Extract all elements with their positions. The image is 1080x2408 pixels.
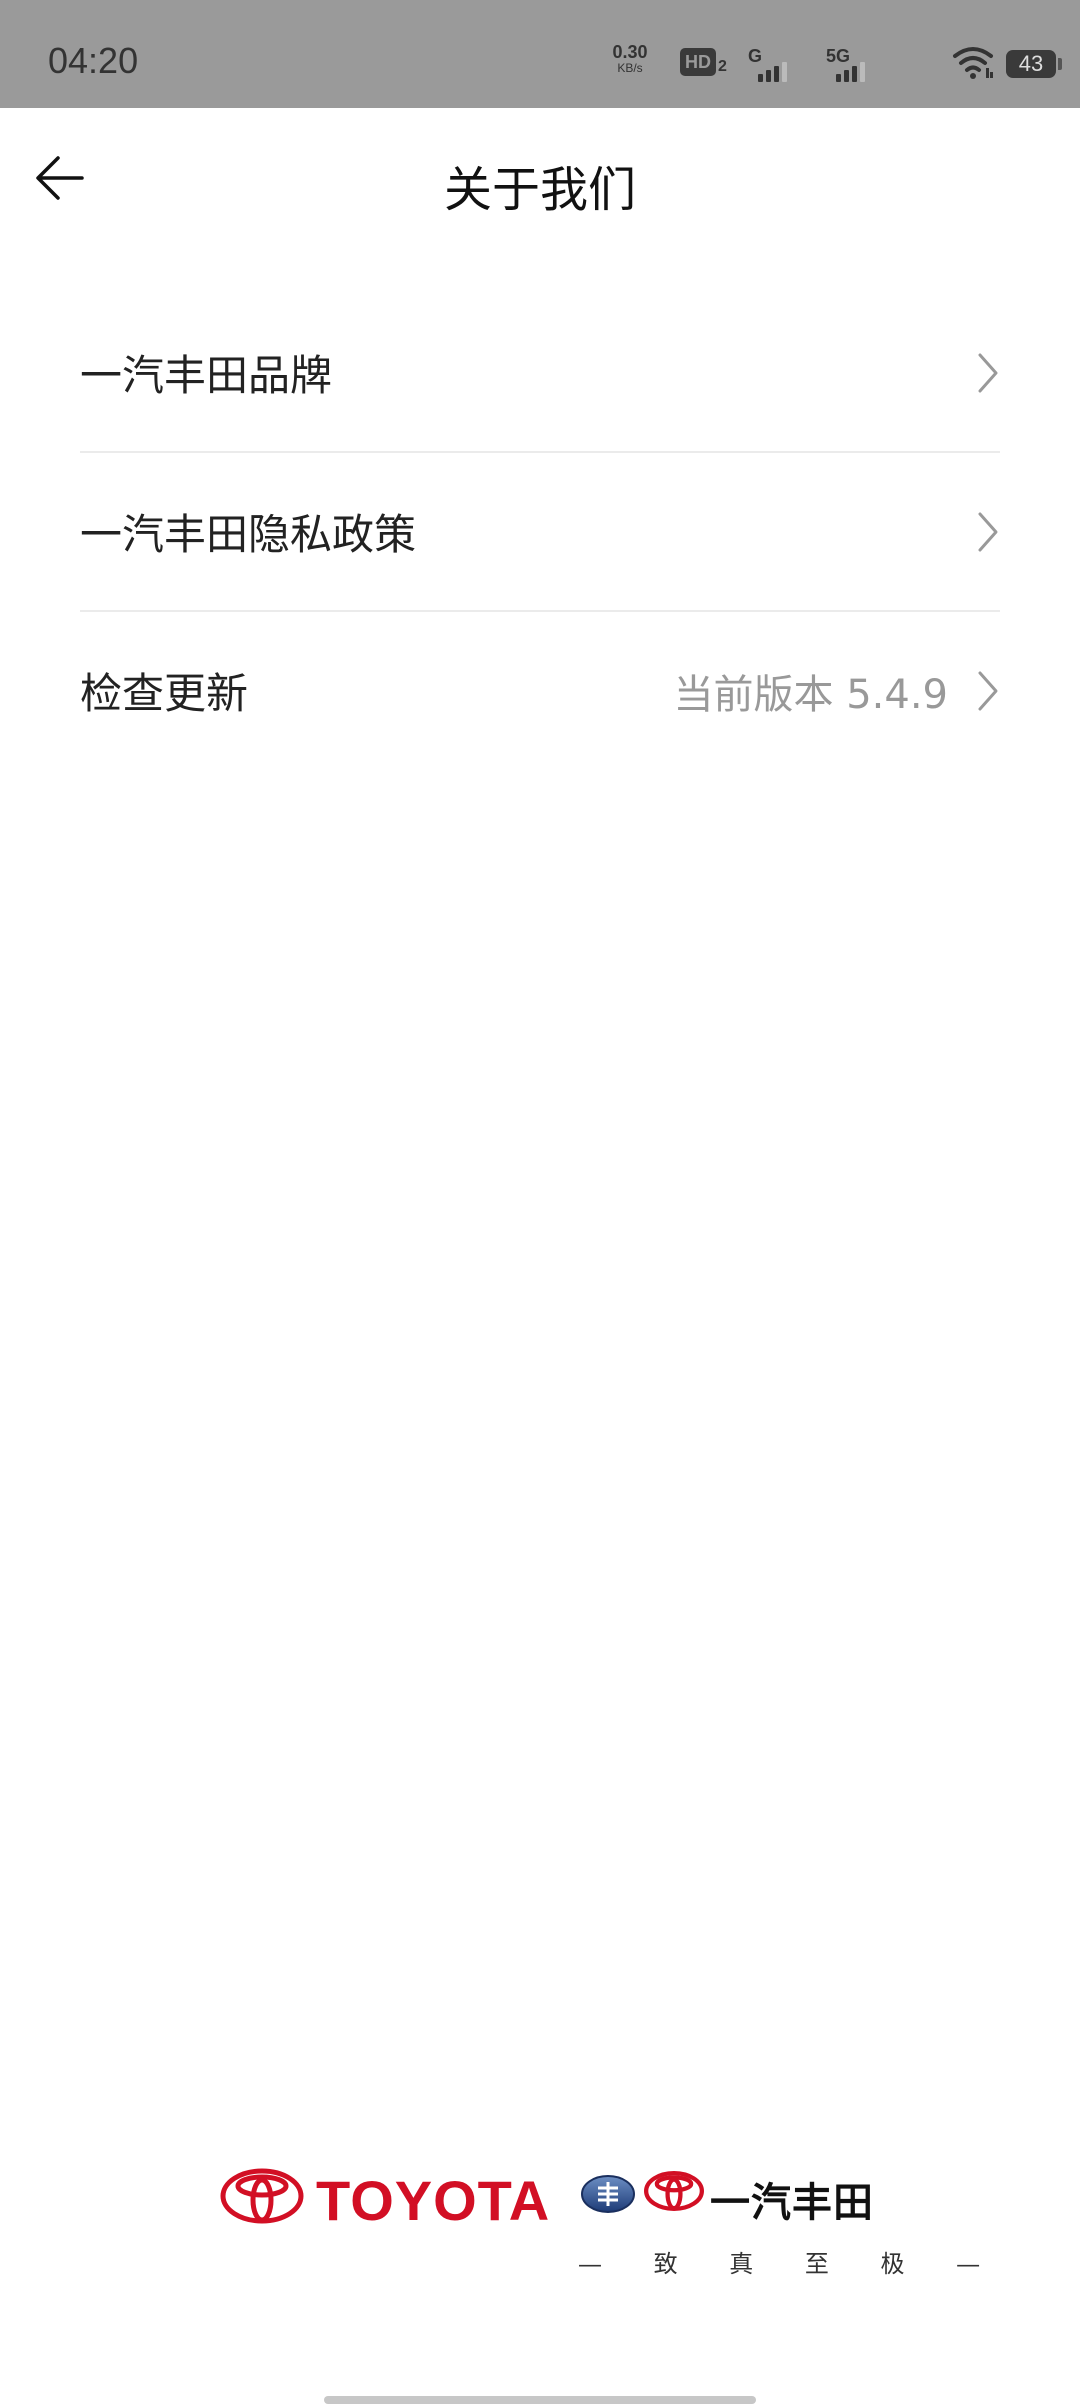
sim2-network-label: 5G [826,46,851,66]
menu-item-check-update[interactable]: 检查更新 当前版本 5.4.9 [80,612,1000,769]
network-speed-unit: KB/s [617,61,643,75]
toyota-emblem-small-icon [644,2171,704,2211]
page-title: 关于我们 [443,162,636,218]
battery-icon: 43 [1006,50,1056,78]
hd-voice-icon: HD [680,48,716,76]
current-version-text: 当前版本 5.4.9 [673,671,949,718]
hd-voice-sub: 2 [718,58,727,75]
status-icons: 0.30 KB/s HD 2 G 5G 43 [600,0,1080,108]
faw-emblem-icon [581,2175,635,2213]
sim1-network-label: G [748,46,763,66]
wifi-icon [953,47,993,79]
menu-item-brand[interactable]: 一汽丰田品牌 [80,294,1000,453]
status-time: 04:20 [48,40,139,81]
toyota-wordmark: TOYOTA [316,2169,551,2232]
menu-item-label: 一汽丰田品牌 [80,351,333,400]
battery-tip [1058,58,1062,70]
menu-item-privacy-policy[interactable]: 一汽丰田隐私政策 [80,453,1000,612]
about-menu-list: 一汽丰田品牌 一汽丰田隐私政策 检查更新 当前版本 5.4.9 [80,294,1000,769]
network-speed-value: 0.30 [612,42,648,62]
footer-branding: TOYOTA 一汽丰田 — 致 真 至 极 — [0,2140,1080,2300]
faw-toyota-wordmark: 一汽丰田 [710,2180,874,2226]
home-indicator[interactable] [324,2396,756,2404]
status-bar: 04:20 0.30 KB/s HD 2 G 5G 43 [0,0,1080,108]
menu-item-label: 检查更新 [80,669,249,718]
toyota-emblem-icon [220,2168,304,2224]
chevron-right-icon [978,512,998,551]
top-app-bar: 关于我们 [0,108,1080,254]
chevron-right-icon [978,353,998,392]
network-speed: 0.30 KB/s [600,42,660,76]
menu-item-label: 一汽丰田隐私政策 [80,510,417,559]
brand-slogan: — 致 真 至 极 — [578,2250,1003,2278]
chevron-right-icon [978,671,998,710]
